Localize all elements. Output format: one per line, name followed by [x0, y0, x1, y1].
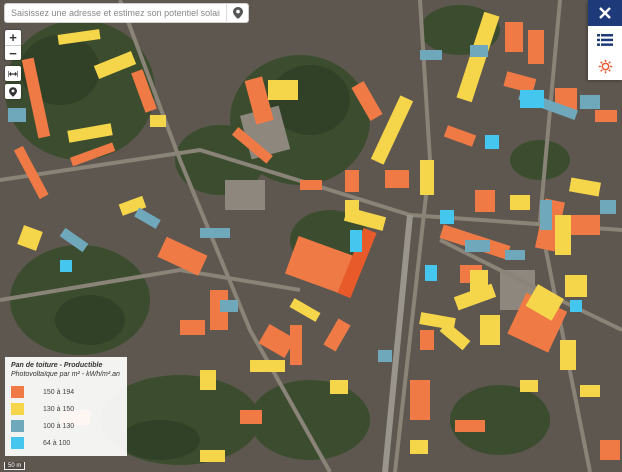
legend-item-label: 150 à 194: [43, 388, 75, 396]
close-icon: [599, 7, 611, 19]
legend-item: 130 à 150: [11, 401, 121, 418]
scale-bar: 50 m: [4, 462, 26, 470]
zoom-out-button[interactable]: −: [5, 45, 21, 60]
legend-item: 64 à 100: [11, 435, 121, 452]
measure-button[interactable]: [5, 66, 21, 81]
locate-button[interactable]: [5, 84, 21, 99]
layers-list-button[interactable]: [588, 26, 622, 53]
legend-title: Pan de toiture - Productible: [11, 362, 103, 369]
legend-swatch: [11, 386, 24, 398]
close-button[interactable]: [588, 0, 622, 26]
map-view[interactable]: + −: [0, 0, 622, 472]
legend-unit: Photovoltaïque par m² - kWh/m².an: [11, 370, 120, 378]
legend-item-label: 100 à 130: [43, 422, 75, 430]
settings-button[interactable]: [588, 53, 622, 80]
legend-item: 150 à 194: [11, 384, 121, 401]
legend-item-label: 64 à 100: [43, 439, 71, 447]
zoom-in-button[interactable]: +: [5, 30, 21, 45]
search-button[interactable]: [226, 3, 248, 23]
side-toolbar: [588, 0, 622, 80]
legend-swatch: [11, 437, 24, 449]
legend-items: 150 à 194 130 à 150 100 à 130 64 à 100: [11, 384, 121, 452]
measure-icon: [8, 70, 18, 77]
address-search-box: [4, 3, 249, 23]
list-icon: [597, 33, 613, 46]
map-pin-icon: [232, 7, 243, 19]
gear-icon: [598, 59, 612, 74]
legend-swatch: [11, 420, 24, 432]
legend-swatch: [11, 403, 24, 415]
legend: Pan de toiture - Productible Photovoltaï…: [5, 357, 127, 456]
address-search-input[interactable]: [5, 4, 226, 22]
zoom-control: + −: [5, 30, 21, 60]
legend-item-label: 130 à 150: [43, 405, 75, 413]
legend-item: 100 à 130: [11, 418, 121, 435]
location-pin-icon: [9, 86, 17, 97]
